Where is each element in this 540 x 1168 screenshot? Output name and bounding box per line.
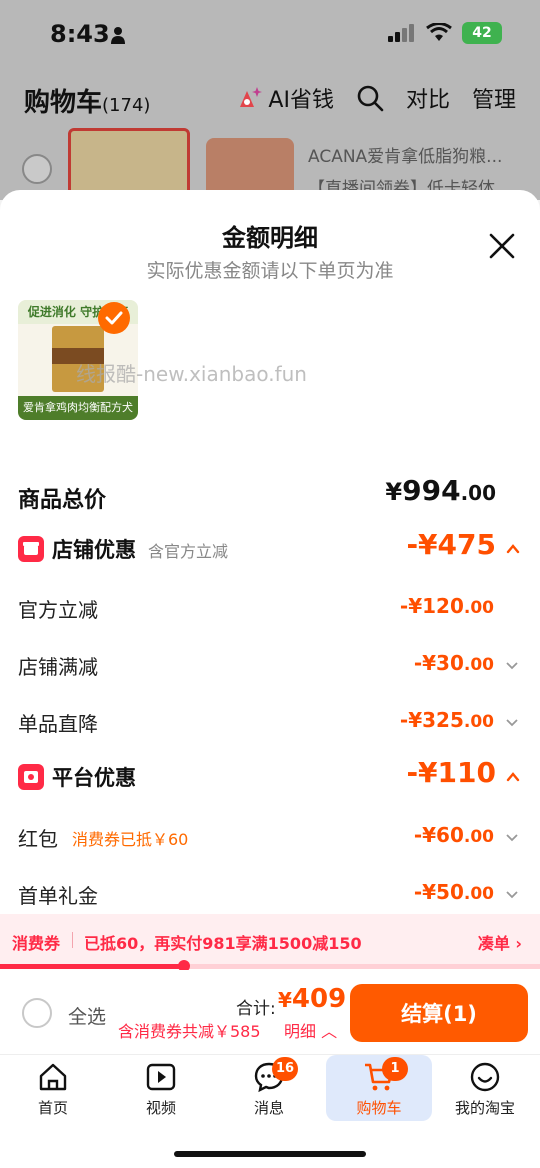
platform-discount-row[interactable]: 平台优惠 -¥110 <box>0 756 540 800</box>
voucher-progress-bar[interactable]: 消费券 已抵60，再实付981享满1500减150 凑单 › <box>0 914 540 966</box>
discount-item-row[interactable]: 红包 消费券已抵￥60 -¥60.00 <box>0 817 540 857</box>
tab-label: 我的淘宝 <box>454 1099 515 1117</box>
platform-coupon-icon <box>18 764 44 790</box>
cart-count: (174) <box>102 95 151 116</box>
sheet-title: 金额明细 <box>222 224 318 252</box>
manage-button[interactable]: 管理 <box>472 82 516 114</box>
add-items-link[interactable]: 凑单 › <box>478 930 522 954</box>
compare-button[interactable]: 对比 <box>406 82 450 114</box>
cellular-signal-icon <box>388 24 414 42</box>
voucher-text: 已抵60，再实付981享满1500减150 <box>84 934 362 953</box>
voucher-progress-track <box>0 960 540 972</box>
discount-item-label: 官方立减 <box>18 598 98 622</box>
tab-cart[interactable]: 购物车 1 <box>326 1055 432 1121</box>
ai-sparkle-icon <box>240 87 263 107</box>
cart-page-background: 购物车(174) AI省钱 对比 管理 ACANA爱肯拿低脂狗粮... 【直播间… <box>0 70 540 200</box>
discount-item-amount: -¥60.00 <box>413 823 494 847</box>
discount-item-row[interactable]: 单品直降 -¥325.00 <box>0 702 540 742</box>
person-icon <box>111 27 125 44</box>
discount-item-row[interactable]: 官方立减 -¥120.00 <box>0 588 540 628</box>
discount-item-amount: -¥325.00 <box>399 708 494 732</box>
tab-label: 购物车 <box>356 1099 402 1117</box>
ai-save-label: AI省钱 <box>268 88 334 113</box>
tab-label: 视频 <box>145 1099 176 1117</box>
discount-item-amount: -¥120.00 <box>399 594 494 618</box>
chevron-down-icon[interactable] <box>506 659 518 671</box>
search-icon[interactable] <box>356 84 384 112</box>
checkmark-icon <box>98 302 130 334</box>
cart-title-text: 购物车 <box>24 88 103 118</box>
chevron-down-icon[interactable] <box>506 831 518 843</box>
close-icon[interactable] <box>488 232 516 260</box>
status-time: 8:43 <box>50 20 110 48</box>
total-price-amount: ¥994.00 <box>385 474 496 507</box>
battery-indicator: 42 <box>462 22 502 44</box>
platform-discount-amount: -¥110 <box>406 756 496 789</box>
chevron-down-icon[interactable] <box>506 716 518 728</box>
discount-item-amount: -¥50.00 <box>413 880 494 904</box>
tab-video[interactable]: 视频 <box>108 1055 214 1121</box>
message-count-badge: 16 <box>272 1057 299 1081</box>
shop-discount-row[interactable]: 店铺优惠 含官方立减 -¥475 <box>0 528 540 572</box>
tab-label: 消息 <box>253 1099 284 1117</box>
sheet-subtitle: 实际优惠金额请以下单页为准 <box>146 260 394 282</box>
chevron-down-icon[interactable] <box>506 888 518 900</box>
sum-label: 合计: <box>236 999 276 1019</box>
discount-item-label: 红包 <box>18 827 58 851</box>
cart-item: ACANA爱肯拿低脂狗粮... 【直播间领券】低卡轻体... <box>0 126 540 200</box>
shop-discount-label: 店铺优惠 <box>52 538 136 562</box>
cart-item-radio[interactable] <box>22 154 52 184</box>
cart-count-badge: 1 <box>382 1057 408 1081</box>
tab-messages[interactable]: 消息 16 <box>216 1055 322 1121</box>
watermark: 线报酷-new.xianbao.fun <box>76 362 307 386</box>
discount-item-row[interactable]: 首单礼金 -¥50.00 <box>0 874 540 914</box>
wifi-icon <box>426 23 452 41</box>
discount-item-label: 单品直降 <box>18 712 98 736</box>
shop-icon <box>18 536 44 562</box>
cart-item-title[interactable]: ACANA爱肯拿低脂狗粮... <box>308 142 502 167</box>
platform-discount-label: 平台优惠 <box>52 766 136 790</box>
sum-discount-note: 含消费券共减￥585 <box>118 1022 261 1041</box>
bottom-tab-bar: 首页 视频 消息 16 购物车 1 我的淘宝 <box>0 1054 540 1168</box>
home-icon <box>39 1063 67 1091</box>
chevron-up-icon[interactable] <box>506 542 520 556</box>
checkout-bar: 全选 合计: ¥409 含消费券共减￥585 明细 ︿ 结算(1) <box>0 970 540 1054</box>
discount-item-row[interactable]: 店铺满减 -¥30.00 <box>0 645 540 685</box>
profile-face-icon <box>470 1062 500 1092</box>
ai-save-button[interactable]: AI省钱 <box>236 82 334 114</box>
select-all-label[interactable]: 全选 <box>68 1002 106 1029</box>
checkout-button[interactable]: 结算(1) <box>350 984 528 1042</box>
voucher-progress-fill <box>0 964 184 969</box>
discount-item-label: 店铺满减 <box>18 655 98 679</box>
video-icon <box>146 1063 176 1091</box>
thumbnail-bottom-caption: 爱肯拿鸡肉均衡配方犬粮 <box>18 396 138 420</box>
red-packet-note: 消费券已抵￥60 <box>72 830 189 849</box>
discount-item-label: 首单礼金 <box>18 884 98 908</box>
cart-title: 购物车(174) <box>24 82 150 119</box>
shop-discount-note: 含官方立减 <box>148 542 229 561</box>
sum-amount: ¥409 <box>278 984 347 1014</box>
tab-label: 首页 <box>37 1099 68 1117</box>
discount-item-amount: -¥30.00 <box>413 651 494 675</box>
status-bar: 8:43 42 <box>0 0 540 70</box>
total-price-label: 商品总价 <box>18 488 107 513</box>
shop-discount-amount: -¥475 <box>406 528 496 561</box>
chevron-up-icon[interactable] <box>506 770 520 784</box>
select-all-radio[interactable] <box>22 998 52 1028</box>
tab-home[interactable]: 首页 <box>0 1055 106 1121</box>
voucher-separator <box>72 932 73 948</box>
detail-toggle[interactable]: 明细 ︿ <box>284 1018 337 1042</box>
voucher-tag: 消费券 <box>12 934 61 953</box>
tab-my-taobao[interactable]: 我的淘宝 <box>432 1055 538 1121</box>
total-price-row: 商品总价 ¥994.00 <box>0 474 540 516</box>
home-indicator <box>174 1151 366 1157</box>
